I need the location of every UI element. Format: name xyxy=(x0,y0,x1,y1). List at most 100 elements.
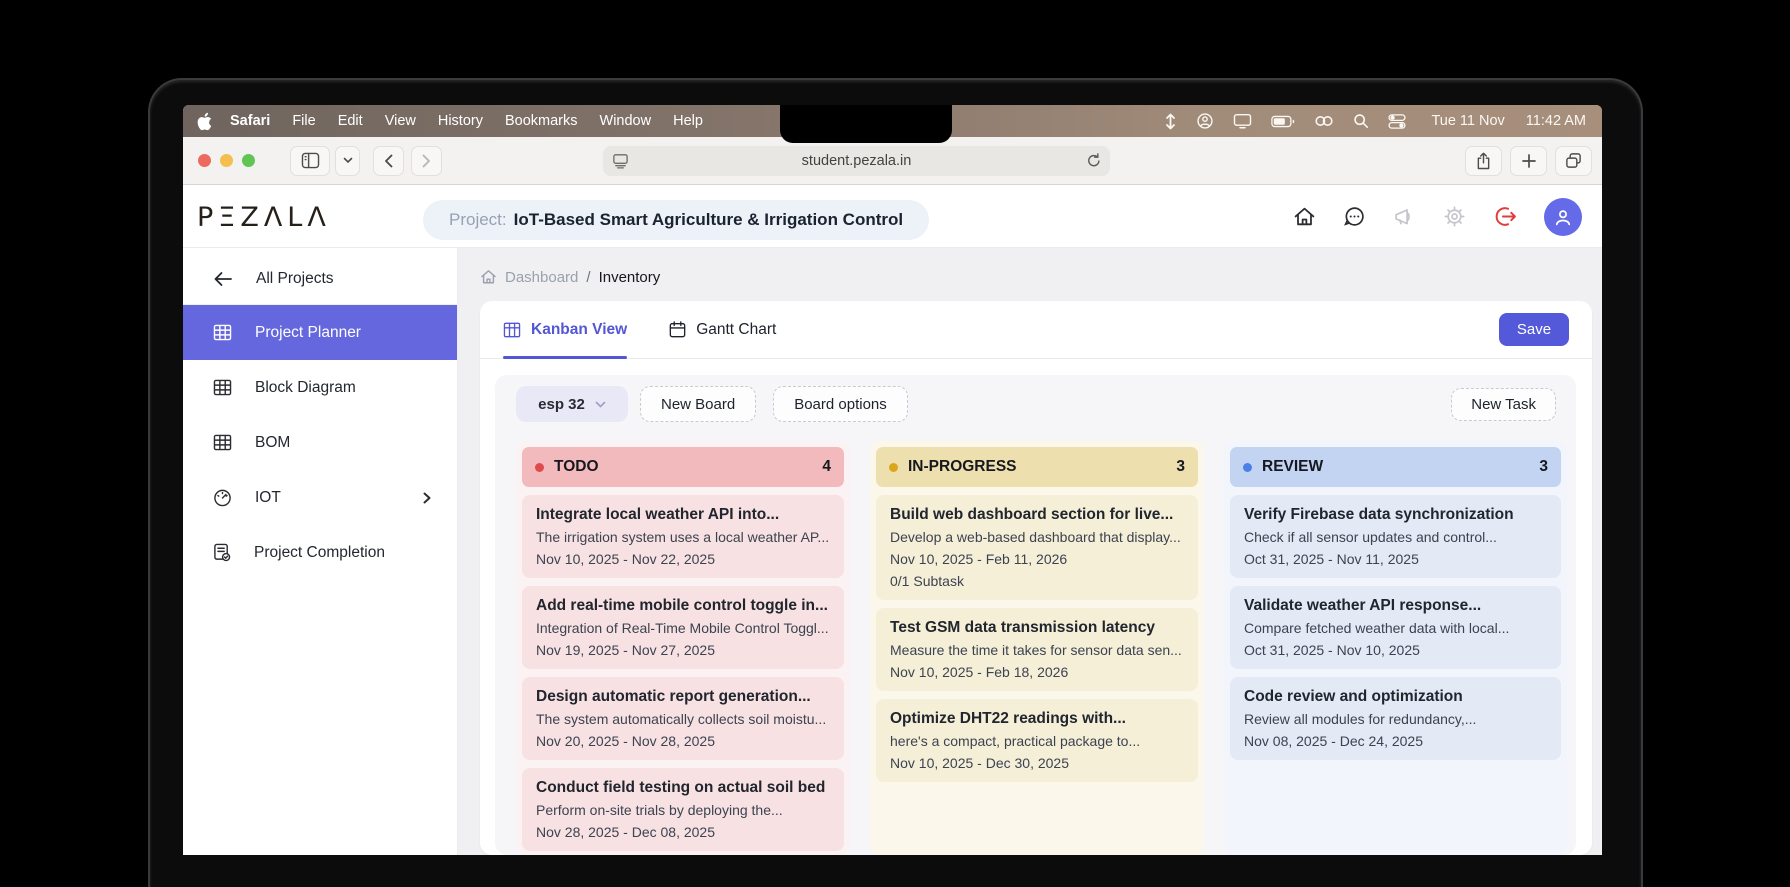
sidebar-back-all-projects[interactable]: All Projects xyxy=(183,260,457,305)
task-description: Measure the time it takes for sensor dat… xyxy=(890,642,1184,659)
menu-item-window[interactable]: Window xyxy=(589,113,663,129)
column-count: 3 xyxy=(1539,458,1548,476)
sidebar-chevron-button[interactable] xyxy=(335,146,360,176)
tab-kanban-view[interactable]: Kanban View xyxy=(503,301,627,358)
sidebar-item-block-diagram[interactable]: Block Diagram xyxy=(183,360,457,415)
planner-panel: Kanban View Gantt Chart Save esp 32 xyxy=(480,301,1592,855)
gauge-icon xyxy=(213,488,232,507)
new-task-button[interactable]: New Task xyxy=(1451,388,1556,421)
task-title: Design automatic report generation... xyxy=(536,687,830,706)
document-check-icon xyxy=(213,543,231,562)
breadcrumb-dashboard[interactable]: Dashboard xyxy=(505,269,578,286)
sidebar-item-bom[interactable]: BOM xyxy=(183,415,457,470)
menu-item-history[interactable]: History xyxy=(427,113,494,129)
display-icon[interactable] xyxy=(1233,113,1252,129)
task-title: Validate weather API response... xyxy=(1244,596,1547,615)
tab-overview-button[interactable] xyxy=(1555,146,1592,176)
tab-kanban-label: Kanban View xyxy=(531,321,627,339)
minimize-window-button[interactable] xyxy=(220,154,233,167)
task-description: Compare fetched weather data with local.… xyxy=(1244,620,1547,637)
task-title: Code review and optimization xyxy=(1244,687,1547,706)
chat-icon[interactable] xyxy=(1343,205,1366,228)
avatar[interactable] xyxy=(1544,198,1582,236)
sidebar-item-project-planner[interactable]: Project Planner xyxy=(183,305,457,360)
task-title: Integrate local weather API into... xyxy=(536,505,830,524)
apple-menu-icon[interactable] xyxy=(196,112,212,131)
chevron-right-icon xyxy=(423,492,431,504)
task-card[interactable]: Design automatic report generation... Th… xyxy=(522,677,844,760)
address-bar[interactable]: student.pezala.in xyxy=(603,146,1110,176)
pezala-logo[interactable]: PΞZΛLΛ xyxy=(197,202,331,233)
task-card[interactable]: Verify Firebase data synchronization Che… xyxy=(1230,495,1561,578)
task-card[interactable]: Validate weather API response... Compare… xyxy=(1230,586,1561,669)
task-title: Build web dashboard section for live... xyxy=(890,505,1184,524)
menu-item-bookmarks[interactable]: Bookmarks xyxy=(494,113,589,129)
kanban-board: esp 32 New Board Board options New Task xyxy=(495,375,1576,855)
forward-button[interactable] xyxy=(411,146,442,176)
task-dates: Oct 31, 2025 - Nov 10, 2025 xyxy=(1244,642,1547,659)
menu-item-edit[interactable]: Edit xyxy=(327,113,374,129)
updown-arrows-icon[interactable] xyxy=(1164,113,1177,130)
menu-item-help[interactable]: Help xyxy=(662,113,714,129)
board-select-value: esp 32 xyxy=(538,396,585,413)
task-description: here's a compact, practical package to..… xyxy=(890,733,1184,750)
breadcrumb-home-icon[interactable] xyxy=(480,269,497,285)
view-tabbar: Kanban View Gantt Chart Save xyxy=(480,301,1592,359)
sidebar-item-label: Project Planner xyxy=(255,324,361,342)
menu-item-view[interactable]: View xyxy=(374,113,427,129)
breadcrumb: Dashboard / Inventory xyxy=(480,266,1595,288)
logout-icon[interactable] xyxy=(1493,205,1517,228)
sidebar-item-label: BOM xyxy=(255,434,290,452)
new-tab-button[interactable] xyxy=(1510,146,1547,176)
task-description: Check if all sensor updates and control.… xyxy=(1244,529,1547,546)
column-count: 3 xyxy=(1176,458,1185,476)
status-dot xyxy=(889,463,898,472)
task-dates: Oct 31, 2025 - Nov 11, 2025 xyxy=(1244,551,1547,568)
hotspot-link-icon[interactable] xyxy=(1314,114,1334,128)
save-button[interactable]: Save xyxy=(1499,313,1569,346)
sidebar-item-project-completion[interactable]: Project Completion xyxy=(183,525,457,580)
megaphone-icon[interactable] xyxy=(1393,206,1416,228)
task-card[interactable]: Code review and optimization Review all … xyxy=(1230,677,1561,760)
back-button[interactable] xyxy=(373,146,404,176)
sidebar-item-iot[interactable]: IOT xyxy=(183,470,457,525)
share-button[interactable] xyxy=(1465,146,1502,176)
task-card[interactable]: Add real-time mobile control toggle in..… xyxy=(522,586,844,669)
task-title: Test GSM data transmission latency xyxy=(890,618,1184,637)
battery-icon[interactable] xyxy=(1271,115,1295,128)
menu-item-safari[interactable]: Safari xyxy=(216,113,281,129)
home-icon[interactable] xyxy=(1293,206,1316,228)
chevron-down-icon xyxy=(595,401,606,408)
spotlight-search-icon[interactable] xyxy=(1353,113,1369,129)
address-text: student.pezala.in xyxy=(802,153,912,169)
new-board-button[interactable]: New Board xyxy=(640,386,756,422)
column-count: 4 xyxy=(822,458,831,476)
safari-toolbar: student.pezala.in xyxy=(183,137,1602,185)
sidebar-toggle-button[interactable] xyxy=(290,146,330,176)
project-title-pill: Project: IoT-Based Smart Agriculture & I… xyxy=(423,200,929,240)
table-grid-icon xyxy=(213,434,232,451)
task-card[interactable]: Conduct field testing on actual soil bed… xyxy=(522,768,844,851)
task-dates: Nov 10, 2025 - Feb 11, 2026 xyxy=(890,551,1184,568)
control-center-icon[interactable] xyxy=(1388,114,1406,129)
page-icon xyxy=(612,152,629,169)
zoom-window-button[interactable] xyxy=(242,154,255,167)
menu-item-file[interactable]: File xyxy=(281,113,326,129)
settings-gear-icon[interactable] xyxy=(1443,205,1466,228)
task-card[interactable]: Test GSM data transmission latency Measu… xyxy=(876,608,1198,691)
task-dates: Nov 10, 2025 - Nov 22, 2025 xyxy=(536,551,830,568)
status-dot xyxy=(1243,463,1252,472)
reload-icon[interactable] xyxy=(1086,152,1102,169)
breadcrumb-separator: / xyxy=(586,269,590,286)
board-select[interactable]: esp 32 xyxy=(516,386,628,422)
menu-bar-clock[interactable]: 11:42 AM xyxy=(1526,113,1586,129)
menu-bar-date[interactable]: Tue 11 Nov xyxy=(1431,113,1504,129)
tab-gantt-chart[interactable]: Gantt Chart xyxy=(669,301,776,358)
app-header: PΞZΛLΛ Project: IoT-Based Smart Agricult… xyxy=(183,185,1602,248)
close-window-button[interactable] xyxy=(198,154,211,167)
user-switch-icon[interactable] xyxy=(1196,112,1214,130)
task-card[interactable]: Build web dashboard section for live... … xyxy=(876,495,1198,600)
board-options-button[interactable]: Board options xyxy=(773,386,908,422)
task-card[interactable]: Optimize DHT22 readings with... here's a… xyxy=(876,699,1198,782)
task-card[interactable]: Integrate local weather API into... The … xyxy=(522,495,844,578)
